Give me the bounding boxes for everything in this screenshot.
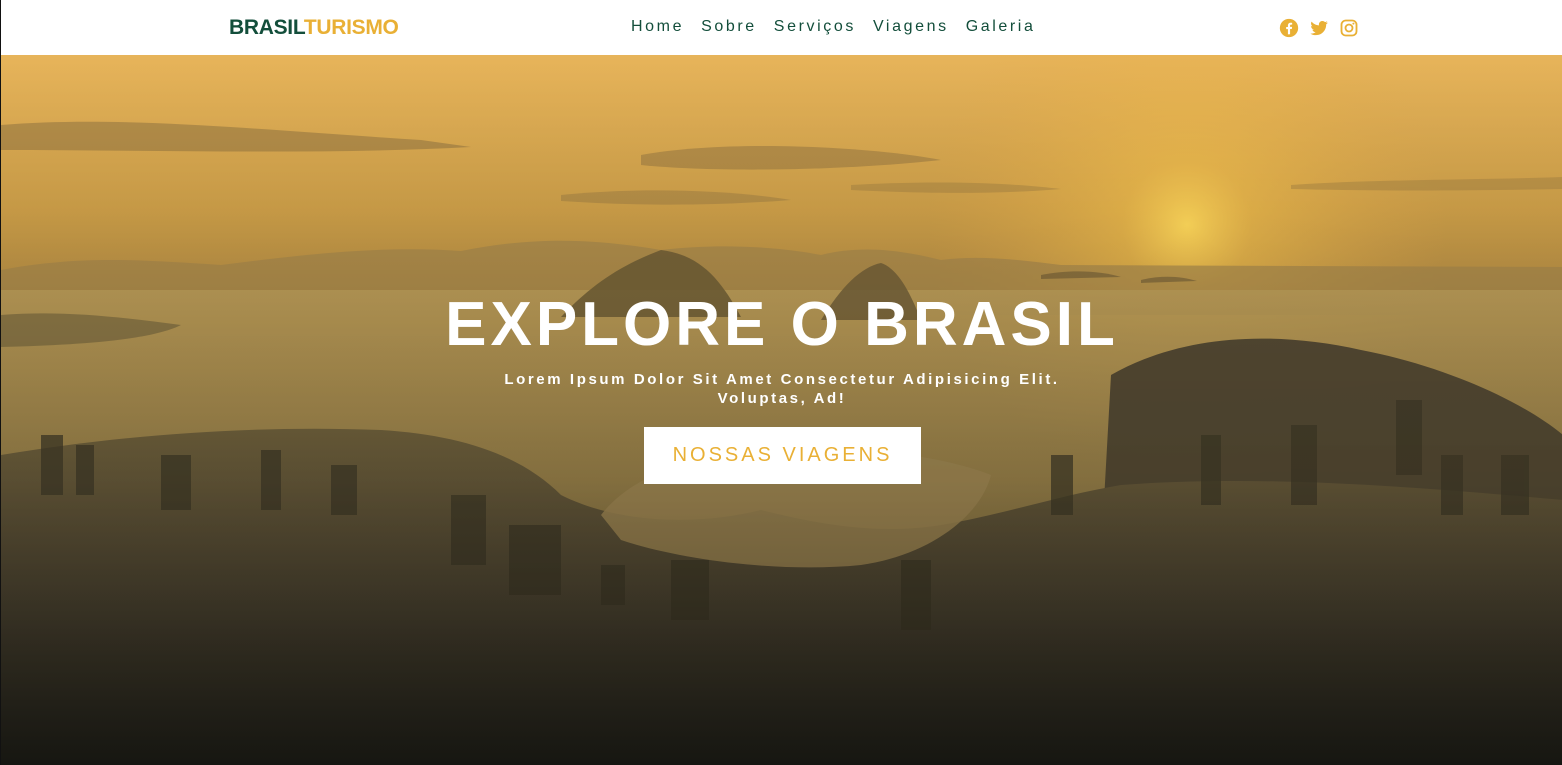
- nav-link-galeria[interactable]: Galeria: [966, 18, 1036, 36]
- logo-part-brasil: BRASIL: [229, 16, 304, 39]
- facebook-icon[interactable]: [1279, 18, 1299, 38]
- nav-link-sobre[interactable]: Sobre: [701, 18, 757, 36]
- social-links: [1279, 18, 1359, 38]
- logo-part-turismo: TURISMO: [303, 16, 399, 39]
- page: BRASILTURISMO Home Sobre Serviços Viagen…: [0, 0, 1562, 765]
- hero-content: EXPLORE O BRASIL Lorem Ipsum Dolor Sit A…: [1, 55, 1562, 765]
- hero-subtitle: Lorem Ipsum Dolor Sit Amet Consectetur A…: [504, 371, 1060, 407]
- logo[interactable]: BRASILTURISMO: [229, 14, 399, 42]
- hero-title: EXPLORE O BRASIL: [445, 290, 1119, 359]
- instagram-icon[interactable]: [1339, 18, 1359, 38]
- nav-link-viagens[interactable]: Viagens: [873, 18, 949, 36]
- twitter-icon[interactable]: [1309, 18, 1329, 38]
- nav-link-servicos[interactable]: Serviços: [774, 18, 856, 36]
- nav-link-home[interactable]: Home: [631, 18, 684, 36]
- main-nav: Home Sobre Serviços Viagens Galeria: [631, 18, 1035, 36]
- nossas-viagens-button[interactable]: NOSSAS VIAGENS: [644, 427, 921, 484]
- navbar: BRASILTURISMO Home Sobre Serviços Viagen…: [1, 0, 1562, 55]
- hero-section: EXPLORE O BRASIL Lorem Ipsum Dolor Sit A…: [1, 55, 1562, 765]
